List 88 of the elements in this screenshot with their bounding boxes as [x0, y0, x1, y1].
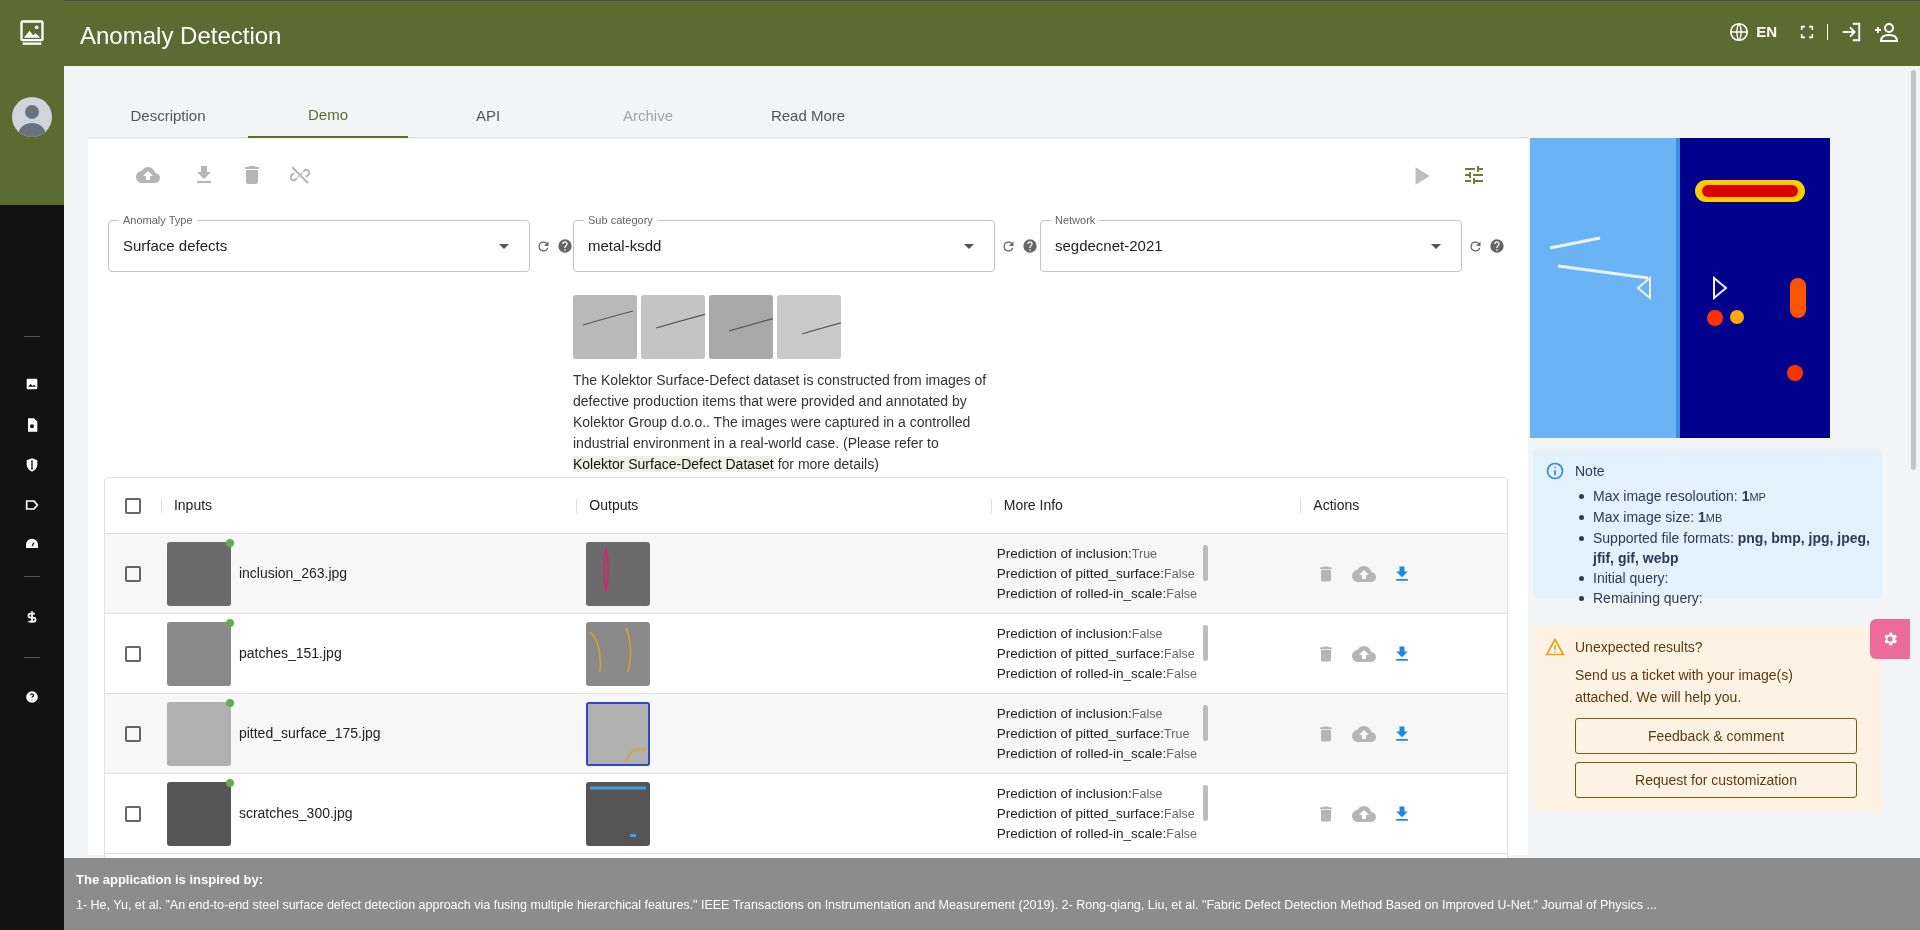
file-name: patches_151.jpg: [238, 644, 342, 663]
prediction-line: Prediction of inclusion:False: [996, 784, 1164, 803]
scroll-thumb: [1202, 784, 1208, 821]
warning-icon: [1545, 637, 1565, 657]
prediction-line: Prediction of pitted_surface:False: [996, 564, 1196, 583]
field-label: Sub category: [584, 213, 657, 227]
field-label: Network: [1051, 213, 1100, 227]
prediction-line: Prediction of rolled-in_scale:False: [996, 664, 1197, 683]
column-header: More Info: [1003, 496, 1063, 515]
prediction-line: Prediction of pitted_surface:False: [996, 644, 1196, 663]
bullet-icon: [1579, 576, 1584, 581]
column-header: Inputs: [173, 496, 213, 515]
bullet-icon: [1579, 515, 1584, 520]
globe-icon[interactable]: [1728, 21, 1751, 43]
fullscreen-icon[interactable]: [1799, 24, 1815, 40]
prediction-line: Prediction of pitted_surface:False: [996, 804, 1196, 823]
note-title: Note: [1575, 462, 1606, 481]
field-label: Anomaly Type: [119, 213, 197, 227]
prediction-line: Prediction of inclusion:False: [996, 704, 1164, 723]
label-icon[interactable]: [24, 497, 40, 513]
caret-icon: [964, 243, 974, 249]
output-image: [586, 781, 651, 846]
prediction-line: Prediction of pitted_surface:True: [996, 724, 1191, 743]
caret-icon: [499, 243, 509, 249]
column-header: Actions: [1313, 496, 1360, 515]
prediction-line: Prediction of rolled-in_scale:False: [996, 744, 1197, 763]
note-item: Max image size: 1MB: [1593, 508, 1723, 527]
dropdown-value: Surface defects: [123, 235, 229, 256]
info-icon: [1545, 461, 1565, 481]
select-all-checkbox[interactable]: [124, 497, 141, 514]
output-image: [586, 541, 651, 606]
help-icon[interactable]: [25, 690, 39, 704]
shield-icon[interactable]: [24, 457, 40, 473]
logo-icon[interactable]: [18, 18, 46, 46]
sample-image: [777, 295, 841, 359]
note-item: Initial query:: [1593, 569, 1669, 588]
next-arrow[interactable]: [1712, 276, 1728, 300]
tab[interactable]: Description: [88, 95, 248, 138]
dropdown-value: metal-ksdd: [588, 235, 663, 256]
output-image: [586, 621, 651, 686]
scroll-thumb: [1202, 704, 1208, 741]
image-icon[interactable]: [24, 376, 40, 392]
footer-citations: 1- He, Yu, et al. "An end-to-end steel surface defect detection approach via fusing multiple hierarchical features." IEEE Transactions on Instrumentation and Measurement (2019). 2- Rong-qiang, Liu, et al. "Fabric Defect Detection Method Based on Improved U-Net." Journal of Physics ...: [76, 896, 1657, 914]
bullet-icon: [1579, 494, 1584, 499]
feedback-text: Send us a ticket with your image(s) attached. We will help you.: [1575, 666, 1794, 707]
row-checkbox[interactable]: [124, 725, 141, 742]
note-item: Max image resoloution: 1MP: [1593, 487, 1766, 506]
language-selector[interactable]: EN: [1756, 20, 1777, 44]
column-header: Outputs: [589, 496, 639, 515]
row-checkbox[interactable]: [124, 565, 141, 582]
sample-image: [641, 295, 705, 359]
feedback-button[interactable]: Feedback & comment: [1575, 718, 1857, 754]
file-name: pitted_surface_175.jpg: [238, 724, 381, 743]
sample-image: [573, 295, 637, 359]
caret-icon: [1431, 243, 1441, 249]
output-image: [586, 701, 651, 766]
dataset-link[interactable]: Kolektor Surface-Defect Dataset: [573, 456, 774, 472]
prediction-line: Prediction of rolled-in_scale:False: [996, 584, 1197, 603]
scroll-thumb: [1202, 624, 1208, 661]
row-checkbox[interactable]: [124, 645, 141, 662]
refresh-icon[interactable]: [536, 238, 551, 254]
row-checkbox[interactable]: [124, 805, 141, 822]
refresh-icon[interactable]: [1001, 238, 1016, 254]
dataset-description: The Kolektor Surface-Defect dataset is constructed from images of defective production items that were provided and annotated by Kolektor Group d.o.o.. The images were captured in a controlled industrial environment in a real-world case. (Please refer to Kolektor Surface-Defect Dataset for more details): [573, 371, 988, 474]
tab[interactable]: Read More: [728, 95, 888, 138]
app-title: Anomaly Detection: [80, 21, 282, 51]
tab[interactable]: API: [408, 95, 568, 138]
bullet-icon: [1579, 536, 1584, 541]
add-user-icon[interactable]: [1874, 20, 1898, 44]
scroll-thumb: [1202, 544, 1208, 581]
file-name: inclusion_263.jpg: [238, 564, 348, 583]
bullet-icon: [1579, 596, 1584, 601]
dollar-icon[interactable]: [25, 610, 39, 624]
refresh-icon[interactable]: [1468, 238, 1483, 254]
prediction-line: Prediction of inclusion:False: [996, 624, 1164, 643]
footer-title: The application is inspired by:: [76, 871, 265, 889]
settings-sliders-icon[interactable]: [1462, 163, 1486, 187]
file-name: scratches_300.jpg: [238, 804, 353, 823]
feedback-title: Unexpected results?: [1575, 638, 1704, 657]
settings-button[interactable]: [1870, 619, 1910, 659]
login-icon[interactable]: [1840, 21, 1862, 43]
sample-image: [709, 295, 773, 359]
feedback-button[interactable]: Request for customization: [1575, 762, 1857, 798]
prediction-line: Prediction of inclusion:True: [996, 544, 1159, 563]
note-item: Remaining query:: [1593, 589, 1703, 608]
note-item: Supported file formats: png, bmp, jpg, jpeg, jfif, gif, webp: [1593, 529, 1870, 568]
prediction-line: Prediction of rolled-in_scale:False: [996, 824, 1197, 843]
dropdown-value: segdecnet-2021: [1055, 235, 1164, 256]
